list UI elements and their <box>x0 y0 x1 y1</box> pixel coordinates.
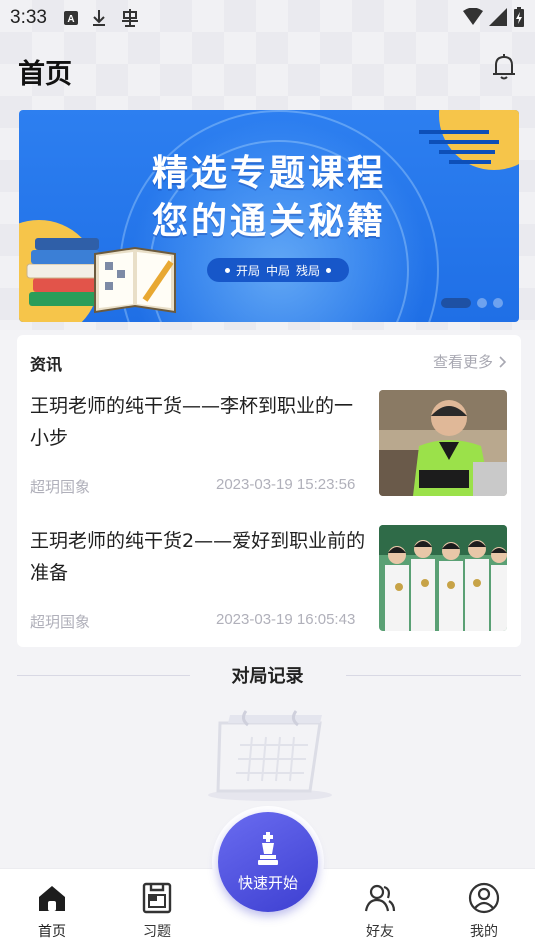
tab-friends[interactable]: 好友 <box>340 877 420 943</box>
tab-home[interactable]: 首页 <box>12 877 92 943</box>
news-item-thumbnail <box>379 390 507 496</box>
friends-icon <box>364 884 396 912</box>
signal-icon <box>489 8 507 31</box>
see-more-link[interactable]: 查看更多 <box>433 351 507 372</box>
news-item-title: 王玥老师的纯干货2——爱好到职业前的准备 <box>30 530 366 584</box>
empty-calendar-icon <box>208 710 332 801</box>
status-time: 3:33 <box>10 7 47 28</box>
banner-dot-active <box>441 298 471 308</box>
banner-pill-item: 残局 <box>296 263 321 278</box>
see-more-label: 查看更多 <box>432 353 493 371</box>
records-section: 对局记录 <box>0 660 535 690</box>
banner-pill: 开局 中局 残局 <box>207 258 349 282</box>
bell-icon[interactable] <box>487 50 521 84</box>
tab-profile[interactable]: 我的 <box>444 877 524 943</box>
news-item-thumbnail <box>379 525 507 631</box>
news-item-date: 2023-03-19 16:05:43 <box>216 611 356 628</box>
tab-label: 我的 <box>470 924 498 940</box>
news-item[interactable]: 王玥老师的纯干货——李杯到职业的一小步 超玥国象 2023-03-19 15:2… <box>17 390 521 500</box>
chess-king-icon <box>258 831 278 865</box>
news-item[interactable]: 王玥老师的纯干货2——爱好到职业前的准备 超玥国象 2023-03-19 16:… <box>17 525 521 635</box>
home-icon <box>39 886 65 911</box>
profile-icon <box>468 882 500 914</box>
books-illustration <box>26 238 176 314</box>
bug-icon <box>119 8 141 28</box>
download-icon <box>91 9 107 27</box>
news-item-title: 王玥老师的纯干货——李杯到职业的一小步 <box>30 395 354 449</box>
news-item-date: 2023-03-19 15:23:56 <box>216 476 356 493</box>
battery-charging-icon <box>513 6 525 33</box>
promo-banner[interactable]: 精选专题课程 您的通关秘籍 开局 中局 残局 <box>19 110 519 322</box>
banner-dot <box>493 298 503 308</box>
page-header: 首页 <box>0 44 535 94</box>
svg-text:A: A <box>67 14 74 25</box>
banner-dot <box>477 298 487 308</box>
news-section-title: 资讯 <box>30 355 63 374</box>
tab-exercises[interactable]: 习题 <box>117 877 197 943</box>
wifi-icon <box>463 7 483 31</box>
chevron-right-icon <box>499 355 507 368</box>
tab-label: 首页 <box>38 924 66 940</box>
a-box-icon: A <box>63 10 79 26</box>
news-card: 资讯 查看更多 王玥老师的纯干货——李杯到职业的一小步 超玥国象 2023-03… <box>17 335 521 647</box>
banner-pagination <box>441 298 503 308</box>
banner-pill-item: 中局 <box>265 263 290 278</box>
news-item-source: 超玥国象 <box>30 613 91 631</box>
tab-label: 好友 <box>366 924 394 940</box>
tab-label: 习题 <box>143 924 171 940</box>
news-item-source: 超玥国象 <box>30 478 91 496</box>
quick-start-label: 快速开始 <box>237 873 298 892</box>
divider <box>346 675 521 676</box>
banner-pill-item: 开局 <box>235 263 260 278</box>
banner-title-line1: 精选专题课程 <box>151 153 386 194</box>
status-bar: 3:33 A <box>0 0 535 36</box>
quick-start-button[interactable]: 快速开始 <box>218 812 318 912</box>
page-title: 首页 <box>18 59 72 90</box>
chessboard-icon <box>142 882 172 914</box>
